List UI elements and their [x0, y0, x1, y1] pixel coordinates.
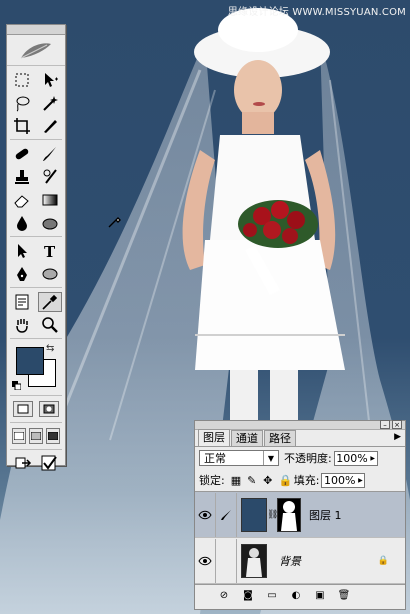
feather-icon[interactable] [7, 35, 65, 66]
palette-menu-arrow-icon[interactable]: ▶ [394, 432, 401, 442]
notes-icon[interactable] [10, 292, 34, 312]
close-button[interactable]: × [392, 420, 402, 429]
history-brush-icon[interactable] [38, 167, 62, 187]
add-mask-icon[interactable]: ◙ [241, 589, 255, 603]
check-icon[interactable] [37, 453, 61, 473]
layers-palette: – × 图层 通道 路径 ▶ 正常 ▼ 不透明度: 100% ▶ 锁定: ▦ ✎ [194, 420, 406, 610]
new-group-icon[interactable]: ▭ [265, 589, 279, 603]
chevron-down-icon: ▼ [263, 451, 278, 465]
layer-name[interactable]: 图层 1 [309, 507, 342, 523]
type-icon[interactable]: T [38, 241, 62, 261]
standard-mode-icon[interactable] [13, 401, 33, 417]
dodge-icon[interactable] [38, 213, 62, 233]
link-slot [216, 538, 237, 583]
paintbrush-icon [216, 492, 237, 537]
eyedropper-cursor-icon [108, 213, 122, 232]
magic-wand-icon[interactable] [38, 93, 62, 113]
tab-channels[interactable]: 通道 [231, 430, 263, 446]
layer-mask-thumbnail[interactable] [277, 497, 301, 532]
new-layer-icon[interactable]: ▣ [313, 589, 327, 603]
eraser-icon[interactable] [10, 190, 34, 210]
lock-transparent-icon[interactable]: ▦ [231, 474, 241, 487]
move-icon[interactable] [38, 70, 62, 90]
lasso-icon[interactable] [10, 93, 34, 113]
quick-mask-mode-icon[interactable] [39, 401, 59, 417]
layers-list: ⛓ 图层 1 背景 🔒 [195, 491, 405, 585]
adjustment-layer-icon[interactable]: ◐ [289, 589, 303, 603]
full-screen-menu-mode-icon[interactable] [28, 428, 43, 444]
path-select-icon[interactable] [10, 241, 34, 261]
marquee-icon[interactable] [10, 70, 34, 90]
color-swatches: ⇆ [10, 341, 62, 393]
blend-mode-value: 正常 [204, 452, 226, 465]
eyedropper-icon[interactable] [38, 291, 62, 312]
toolbox: T ⇆ [6, 24, 66, 471]
swap-colors-icon[interactable]: ⇆ [46, 343, 54, 354]
ellipse-icon[interactable] [38, 264, 62, 284]
fill-slider-arrow-icon[interactable]: ▶ [356, 477, 364, 484]
opacity-field[interactable]: 100% ▶ [333, 450, 378, 466]
toolbox-titlebar[interactable] [7, 25, 65, 35]
foreground-color-swatch[interactable] [16, 347, 44, 375]
lock-icon: 🔒 [377, 555, 389, 566]
svg-text:T: T [44, 243, 56, 260]
slice-icon[interactable] [38, 116, 62, 136]
tab-paths[interactable]: 路径 [264, 430, 296, 446]
default-colors-icon[interactable] [12, 375, 22, 391]
brush-icon[interactable] [38, 144, 62, 164]
blur-icon[interactable] [10, 213, 34, 233]
gradient-icon[interactable] [38, 190, 62, 210]
lock-label: 锁定: [199, 474, 225, 487]
minimize-button[interactable]: – [380, 420, 390, 429]
lock-image-icon[interactable]: ✎ [247, 474, 257, 487]
full-screen-mode-icon[interactable] [46, 428, 61, 444]
fill-label: 填充: [293, 474, 320, 487]
eye-icon[interactable] [195, 538, 216, 583]
healing-brush-icon[interactable] [10, 144, 34, 164]
layer-style-icon[interactable]: ⊘ [217, 589, 231, 603]
layer-name[interactable]: 背景 [279, 553, 301, 569]
pen-icon[interactable] [10, 264, 34, 284]
eye-icon[interactable] [195, 492, 216, 537]
lock-position-icon[interactable]: ✥ [263, 474, 273, 487]
lock-all-icon[interactable]: 🔒 [279, 474, 293, 487]
jump-to-imageready-icon[interactable] [11, 453, 35, 473]
watermark-text: 思缘设计论坛 WWW.MISSYUAN.COM [227, 7, 406, 18]
document-canvas[interactable]: 思缘设计论坛 WWW.MISSYUAN.COM T ⇆ – × 图层 通道 路径… [0, 0, 410, 614]
trash-icon[interactable]: 🗑 [337, 589, 351, 603]
opacity-slider-arrow-icon[interactable]: ▶ [369, 455, 377, 462]
tab-layers[interactable]: 图层 [198, 429, 230, 446]
opacity-label: 不透明度: [284, 452, 332, 465]
fill-field[interactable]: 100% ▶ [321, 472, 366, 488]
zoom-icon[interactable] [38, 315, 62, 335]
chain-link-icon[interactable]: ⛓ [267, 510, 278, 520]
crop-icon[interactable] [10, 116, 34, 136]
standard-screen-mode-icon[interactable] [11, 428, 26, 444]
clone-stamp-icon[interactable] [10, 167, 34, 187]
layer-row-background[interactable]: 背景 🔒 [195, 538, 405, 584]
palette-tabs: 图层 通道 路径 ▶ [195, 429, 405, 447]
hand-icon[interactable] [10, 315, 34, 335]
background-thumbnail [241, 543, 267, 578]
layer-row-1[interactable]: ⛓ 图层 1 [195, 492, 405, 538]
blend-mode-select[interactable]: 正常 ▼ [199, 450, 279, 466]
layer-thumbnail [241, 497, 267, 532]
